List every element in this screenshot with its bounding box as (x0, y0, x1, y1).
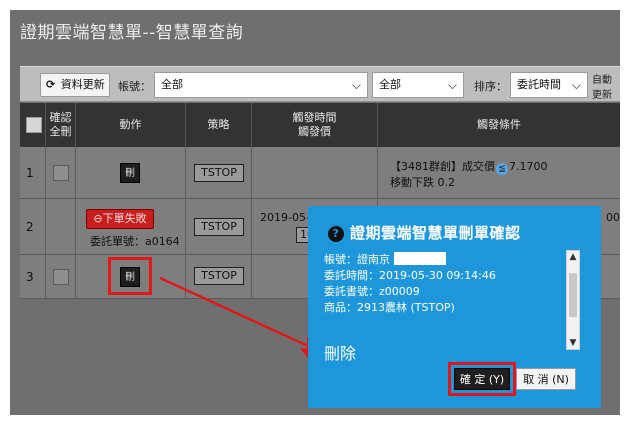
dialog-account: 帳號：證南京 (324, 252, 582, 268)
sort-label: 排序： (474, 80, 507, 93)
condition-text: 00 (606, 211, 620, 224)
dialog-info: 帳號：證南京 委託時間：2019-05-30 09:14:46 委託書號：z00… (324, 252, 582, 316)
condition-line1: 【3481群創】成交價 (390, 160, 495, 173)
compare-icon: ≦ (496, 163, 508, 175)
auto-refresh-label[interactable]: 自動更新 (592, 71, 620, 101)
chevron-down-icon: ⌵ (351, 78, 361, 92)
sort-select-value: 委託時間 (517, 78, 561, 91)
strategy-badge: TSTOP (194, 164, 244, 182)
redacted-block (393, 252, 446, 265)
row-check-cell (46, 199, 76, 254)
row-action-cell: 刪 (76, 147, 186, 198)
chevron-down-icon: ⌵ (571, 78, 581, 92)
question-icon: ? (328, 226, 344, 242)
order-number: 委託單號：a0164 (90, 235, 180, 248)
order-failed-button[interactable]: ⊖下單失敗 (86, 209, 154, 229)
condition-value: 7.1700 (509, 160, 548, 173)
dialog-order-no: 委託書號：z00009 (324, 285, 420, 298)
table-row: 1 刪 TSTOP 【3481群創】成交價 ≦ 7.1700 移動下跌 0.2 (20, 147, 620, 199)
row-num-cell: 3 (20, 255, 46, 298)
row-action-cell: ⊖下單失敗 委託單號：a0164 (76, 199, 186, 254)
action-header: 動作 (76, 103, 186, 147)
condition-line2: 移動下跌 0.2 (390, 176, 455, 189)
row-condition-cell: 【3481群創】成交價 ≦ 7.1700 移動下跌 0.2 (378, 147, 620, 198)
dialog-action: 刪除 (324, 344, 357, 363)
dialog-order-time: 委託時間：2019-05-30 09:14:46 (324, 269, 496, 282)
sort-select[interactable]: 委託時間 ⌵ (510, 72, 588, 98)
type-select-value: 全部 (379, 78, 401, 91)
row-num-cell: 2 (20, 199, 46, 254)
scroll-up-icon[interactable]: ▲ (567, 251, 579, 263)
row-strategy-cell: TSTOP (186, 147, 252, 198)
row-num-cell: 1 (20, 147, 46, 198)
row-checkbox[interactable] (53, 165, 69, 181)
select-all-checkbox[interactable] (26, 117, 42, 133)
dialog-title: ? 證期雲端智慧單刪單確認 (328, 222, 521, 243)
row-checkbox[interactable] (53, 269, 69, 285)
delete-confirm-dialog: ? 證期雲端智慧單刪單確認 帳號：證南京 委託時間：2019-05-30 09:1… (308, 206, 601, 408)
chevron-down-icon: ⌵ (447, 78, 457, 92)
scroll-down-icon[interactable]: ▼ (567, 337, 579, 349)
confirm-header-line2: 全刪 (49, 125, 72, 138)
page-title: 證期雲端智慧單--智慧單查詢 (20, 23, 244, 43)
dialog-scrollbar[interactable]: ▲ ▼ (566, 250, 580, 350)
dialog-product: 商品：2913農林 (TSTOP) (324, 301, 455, 314)
cancel-button[interactable]: 取 消 (N) (516, 368, 576, 390)
strategy-badge: TSTOP (194, 267, 244, 285)
app-window: 證期雲端智慧單--智慧單查詢 ⟳ 資料更新 帳號： 全部 ⌵ 全部 ⌵ 排序： … (10, 10, 620, 415)
trigger-time-header: 觸發時間 觸發價 (252, 103, 378, 147)
row-strategy-cell: TSTOP (186, 199, 252, 254)
account-select-value: 全部 (161, 78, 183, 91)
highlight-box (108, 257, 152, 295)
select-all-cell (20, 103, 46, 147)
row-check-cell (46, 255, 76, 298)
account-select[interactable]: 全部 ⌵ (154, 72, 368, 98)
refresh-icon: ⟳ (46, 78, 56, 91)
confirm-header: 確認 全刪 (46, 103, 76, 147)
delete-button[interactable]: 刪 (120, 163, 140, 183)
trigger-price-line2: 觸發價 (298, 125, 331, 138)
row-check-cell (46, 147, 76, 198)
confirm-highlight-box (448, 362, 516, 396)
row-time-cell (252, 147, 378, 198)
dialog-title-text: 證期雲端智慧單刪單確認 (350, 224, 521, 242)
row-number: 1 (26, 166, 34, 180)
account-label: 帳號： (118, 80, 151, 93)
strategy-header: 策略 (186, 103, 252, 147)
confirm-header-line1: 確認 (49, 111, 72, 124)
refresh-label: 資料更新 (60, 78, 105, 91)
trigger-time-line1: 觸發時間 (292, 111, 337, 124)
table-header: 確認 全刪 動作 策略 觸發時間 觸發價 觸發條件 (20, 103, 620, 147)
strategy-badge: TSTOP (194, 218, 244, 236)
toolbar: ⟳ 資料更新 帳號： 全部 ⌵ 全部 ⌵ 排序： 委託時間 ⌵ 自動更新 (20, 66, 620, 102)
order-failed-label: 下單失敗 (102, 212, 147, 225)
row-number: 3 (26, 270, 34, 284)
condition-text: 【3481群創】成交價 ≦ 7.1700 移動下跌 0.2 (390, 159, 548, 191)
type-select[interactable]: 全部 ⌵ (372, 72, 464, 98)
dialog-account-text: 帳號：證南京 (324, 253, 390, 266)
warning-icon: ⊖ (93, 212, 103, 225)
row-strategy-cell: TSTOP (186, 255, 252, 298)
refresh-button[interactable]: ⟳ 資料更新 (40, 73, 110, 97)
scroll-thumb[interactable] (569, 273, 577, 317)
condition-header: 觸發條件 (477, 118, 521, 131)
row-number: 2 (26, 220, 34, 234)
